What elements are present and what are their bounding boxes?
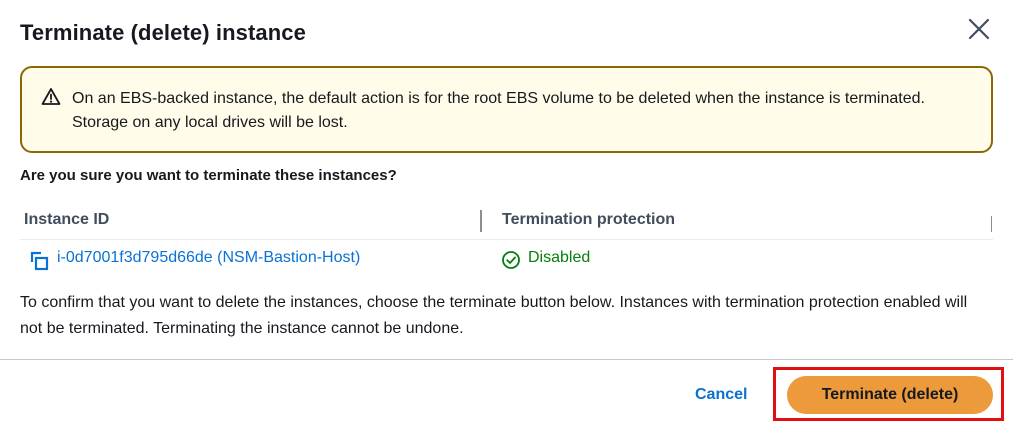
table-divider [20, 239, 993, 240]
column-header-instance-id: Instance ID [24, 211, 110, 228]
copy-icon[interactable] [28, 250, 50, 272]
termination-protection-status: Disabled [528, 249, 591, 266]
column-header-termination-protection: Termination protection [502, 211, 676, 228]
warning-triangle-icon [41, 88, 61, 105]
footer-divider [0, 359, 1013, 360]
confirmation-question: Are you sure you want to terminate these… [20, 167, 397, 184]
close-button[interactable] [964, 14, 994, 44]
column-divider[interactable] [480, 210, 482, 232]
check-circle-icon [502, 251, 520, 269]
instance-id-link[interactable]: i-0d7001f3d795d66de (NSM-Bastion-Host) [57, 249, 360, 267]
terminate-instance-modal: Terminate (delete) instance On an EBS-ba… [0, 0, 1013, 430]
warning-text: On an EBS-backed instance, the default a… [72, 90, 925, 131]
close-icon [968, 18, 990, 40]
warning-alert: On an EBS-backed instance, the default a… [20, 66, 993, 153]
column-divider[interactable] [991, 216, 992, 232]
terminate-delete-button[interactable]: Terminate (delete) [787, 376, 993, 414]
confirmation-text: To confirm that you want to delete the i… [20, 294, 968, 337]
modal-title: Terminate (delete) instance [20, 20, 306, 45]
cancel-button[interactable]: Cancel [683, 381, 759, 409]
